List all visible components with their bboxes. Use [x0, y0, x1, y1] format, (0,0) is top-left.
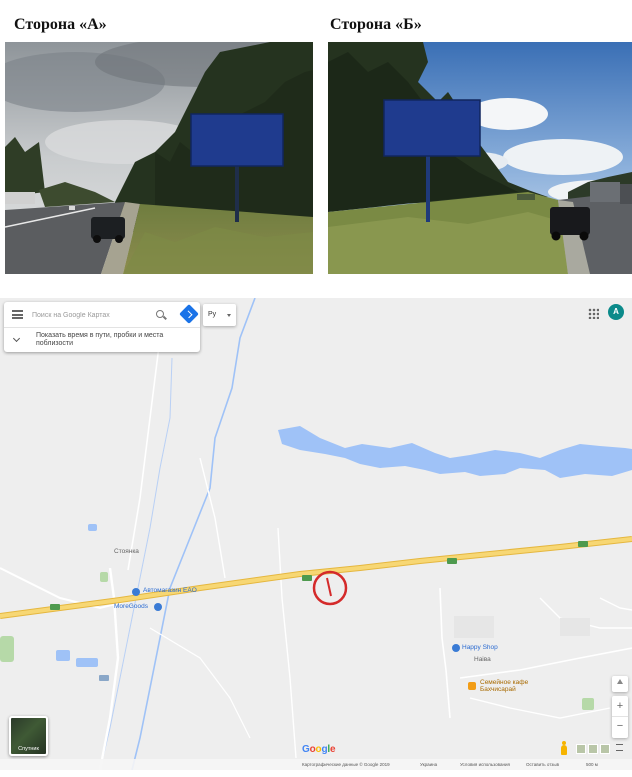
shop-icon[interactable]	[154, 603, 162, 611]
road-shield	[99, 675, 109, 681]
avatar[interactable]: A	[608, 304, 624, 320]
pegman-icon[interactable]	[560, 741, 568, 756]
road-shield	[302, 575, 312, 581]
attribution-bar: Картографические данные © Google 2019 Ук…	[0, 759, 632, 770]
menu-icon[interactable]	[12, 310, 23, 319]
road-shield	[50, 604, 60, 610]
park	[0, 636, 14, 662]
language-select[interactable]: Ру	[203, 304, 236, 326]
compass-icon[interactable]	[612, 676, 628, 692]
language-value: Ру	[208, 311, 217, 318]
google-logo: Google	[302, 744, 336, 755]
park	[100, 572, 108, 582]
chevron-down-icon	[227, 314, 231, 317]
naiva-label: Наiва	[474, 656, 491, 663]
attribution-country[interactable]: Украина	[420, 759, 437, 770]
billboard-photo-side-a	[5, 42, 313, 274]
zoom-out-button[interactable]: −	[612, 717, 628, 738]
layer-thumbnail[interactable]	[600, 744, 610, 754]
search-row	[4, 302, 200, 328]
satellite-label: Спутник	[18, 746, 39, 752]
gas-station-icon[interactable]	[132, 588, 140, 596]
pond	[76, 658, 98, 667]
cafe-label[interactable]: Семейное кафе Бахчисарай	[480, 679, 550, 693]
pond	[88, 524, 97, 531]
layer-thumbnail[interactable]	[576, 744, 586, 754]
directions-icon[interactable]	[179, 304, 199, 324]
search-panel: Показать время в пути, пробки и места по…	[4, 302, 200, 352]
attribution-terms[interactable]: Условия использования	[460, 759, 510, 770]
road-shield	[447, 558, 457, 564]
map-scale: 500 м	[586, 762, 598, 767]
side-a-title: Сторона «А»	[14, 16, 107, 33]
search-input[interactable]	[32, 308, 148, 322]
village-label: Стоянка	[114, 548, 139, 555]
zoom-control: + −	[612, 696, 628, 738]
billboard-photo-side-b	[328, 42, 632, 274]
map-canvas	[0, 298, 632, 770]
pond	[56, 650, 70, 661]
search-icon[interactable]	[156, 310, 164, 318]
apps-icon[interactable]	[588, 308, 599, 319]
expand-hint[interactable]: Показать время в пути, пробки и места по…	[36, 332, 196, 348]
building-block	[560, 618, 590, 636]
restaurant-icon[interactable]	[468, 682, 476, 690]
road-shield	[578, 541, 588, 547]
gas-station-label[interactable]: Автомагазин EAO	[143, 587, 197, 594]
attribution-data: Картографические данные © Google 2019	[302, 762, 390, 767]
attribution-feedback[interactable]: Оставить отзыв	[526, 759, 559, 770]
shop-icon[interactable]	[452, 644, 460, 652]
expand-arrows-icon[interactable]	[616, 744, 623, 751]
building-block	[454, 616, 494, 638]
park	[582, 698, 594, 710]
map-view[interactable]: Стоянка Автомагазин EAO MoreGoods Happy …	[0, 298, 632, 770]
happy-shop-label[interactable]: Happy Shop	[462, 644, 498, 651]
satellite-toggle[interactable]: Спутник	[9, 716, 48, 756]
moregoods-label[interactable]: MoreGoods	[114, 603, 148, 610]
side-b-title: Сторона «Б»	[330, 16, 422, 33]
layer-thumbnail[interactable]	[588, 744, 598, 754]
chevron-down-icon[interactable]	[12, 334, 21, 343]
layers-strip[interactable]	[576, 744, 610, 754]
zoom-in-button[interactable]: +	[612, 696, 628, 717]
